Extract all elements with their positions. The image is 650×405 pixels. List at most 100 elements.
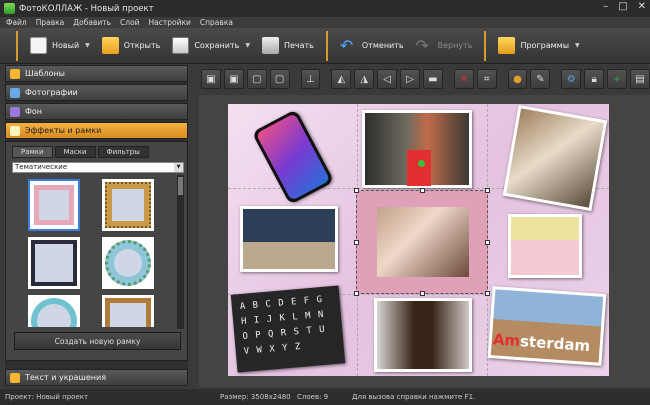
new-button[interactable]: Новый ▼ <box>24 31 96 61</box>
effects-icon <box>10 125 20 136</box>
scrollbar-thumb[interactable] <box>178 177 183 195</box>
menu-help[interactable]: Справка <box>200 18 233 27</box>
chevron-down-icon[interactable]: ▼ <box>575 42 580 49</box>
bring-to-front-icon[interactable]: ▣ <box>223 69 244 89</box>
menu-layer[interactable]: Слой <box>120 18 140 27</box>
main-toolbar: Новый ▼ Открыть Сохранить ▼ Печать ↶ Отм… <box>0 28 650 64</box>
collage-photo-woman[interactable] <box>374 298 472 372</box>
rotate-right-icon[interactable]: ▷ <box>400 69 420 89</box>
section-effects[interactable]: Эффекты и рамки <box>5 122 188 139</box>
frame-thumbnail[interactable] <box>102 295 154 327</box>
flip-horizontal-icon[interactable]: ◭ <box>331 69 352 89</box>
section-text[interactable]: Текст и украшения <box>5 369 188 386</box>
collage-photo-fitness[interactable] <box>362 110 472 188</box>
send-to-back-icon[interactable]: ▢ <box>269 69 290 89</box>
settings-gear-icon[interactable]: ⚙ <box>561 69 582 89</box>
create-frame-button[interactable]: Создать новую рамку <box>14 332 181 350</box>
resize-handle[interactable] <box>485 240 490 245</box>
photo-icon <box>10 87 20 98</box>
menu-settings[interactable]: Настройки <box>149 18 191 27</box>
menu-file[interactable]: Файл <box>6 18 27 27</box>
frames-scrollbar[interactable] <box>177 175 184 329</box>
color-effects-icon[interactable]: ● <box>507 69 528 89</box>
frames-grid <box>14 177 174 327</box>
rotate-left-icon[interactable]: ◁ <box>377 69 398 89</box>
print-label: Печать <box>283 41 314 50</box>
resize-handle[interactable] <box>354 291 359 296</box>
undo-label: Отменить <box>361 41 404 50</box>
collage-photo-phone[interactable] <box>251 109 335 205</box>
redo-button[interactable]: ↷ Вернуть <box>410 31 479 61</box>
open-label: Открыть <box>123 41 161 50</box>
sticker-prefix: Am <box>492 330 521 351</box>
status-bar: Проект: Новый проект Размер: 3508x2480 С… <box>0 389 650 405</box>
collage-photo-couple[interactable] <box>502 104 608 212</box>
export-page-icon[interactable]: ▤ <box>629 69 650 89</box>
section-label: Текст и украшения <box>25 373 107 382</box>
section-background[interactable]: Фон <box>5 103 188 120</box>
toolbar-separator <box>484 30 487 61</box>
tab-masks[interactable]: Маски <box>54 146 96 158</box>
resize-handle[interactable] <box>485 188 490 193</box>
selected-photo-frame[interactable] <box>354 188 490 296</box>
frame-thumbnail[interactable] <box>28 237 80 289</box>
collage-photo-chalkboard[interactable]: A B C D E F G H I J K L M N O P Q R S T … <box>230 285 346 373</box>
frame-thumbnail[interactable] <box>102 179 154 231</box>
star-icon <box>10 68 20 79</box>
chevron-down-icon[interactable]: ▼ <box>245 42 250 49</box>
section-label: Фотографии <box>25 88 78 97</box>
folder-icon <box>101 37 119 54</box>
collage-photo-baby[interactable] <box>508 214 582 278</box>
section-templates[interactable]: Шаблоны <box>5 65 188 82</box>
minimize-icon[interactable]: – <box>603 1 608 12</box>
status-project: Проект: Новый проект <box>5 393 89 401</box>
section-label: Фон <box>25 107 43 116</box>
app-icon <box>4 3 15 14</box>
programs-label: Программы <box>520 41 570 50</box>
lock-icon[interactable]: 🔒︎ <box>584 69 605 89</box>
collage-photo-room[interactable] <box>240 206 338 272</box>
collage-canvas[interactable]: A B C D E F G H I J K L M N O P Q R S T … <box>228 104 609 376</box>
chevron-down-icon[interactable]: ▼ <box>174 163 183 172</box>
menu-edit[interactable]: Правка <box>36 18 65 27</box>
collage-photo-amsterdam[interactable]: Amsterdam <box>487 286 607 366</box>
window-controls: – □ ✕ <box>603 1 646 12</box>
resize-handle[interactable] <box>354 188 359 193</box>
save-button[interactable]: Сохранить ▼ <box>166 31 256 61</box>
open-button[interactable]: Открыть <box>96 31 167 61</box>
resize-handle[interactable] <box>420 291 425 296</box>
close-icon[interactable]: ✕ <box>638 1 646 12</box>
frame-thumbnail[interactable] <box>28 295 80 327</box>
save-label: Сохранить <box>194 41 240 50</box>
menu-bar: Файл Правка Добавить Слой Настройки Спра… <box>0 17 650 28</box>
maximize-icon[interactable]: □ <box>618 1 627 12</box>
undo-button[interactable]: ↶ Отменить <box>334 31 410 61</box>
tab-frames[interactable]: Рамки <box>12 146 53 158</box>
align-icon[interactable]: ⊥ <box>300 69 321 89</box>
toolbar-separator <box>325 30 328 61</box>
eyedropper-icon[interactable]: ✎ <box>530 69 551 89</box>
crop-icon[interactable]: ⌗ <box>476 69 497 89</box>
section-photos[interactable]: Фотографии <box>5 84 188 101</box>
programs-button[interactable]: Программы ▼ <box>492 31 585 61</box>
tab-filters[interactable]: Фильтры <box>97 146 149 158</box>
rotate-handle[interactable] <box>418 160 425 167</box>
send-backward-icon[interactable]: ▢ <box>246 69 267 89</box>
menu-add[interactable]: Добавить <box>73 18 111 27</box>
resize-handle[interactable] <box>420 188 425 193</box>
frame-thumbnail[interactable] <box>102 237 154 289</box>
resize-handle[interactable] <box>354 240 359 245</box>
add-page-icon[interactable]: + <box>607 69 627 89</box>
bring-forward-icon[interactable]: ▣ <box>201 69 221 89</box>
redo-icon: ↷ <box>415 36 430 55</box>
print-button[interactable]: Печать <box>256 31 320 61</box>
frame-thumbnail[interactable] <box>28 179 80 231</box>
resize-icon[interactable]: ▬ <box>422 69 443 89</box>
category-select[interactable]: Тематические ▼ <box>12 162 184 173</box>
chevron-down-icon[interactable]: ▼ <box>85 42 90 49</box>
resize-handle[interactable] <box>485 291 490 296</box>
new-document-icon <box>30 37 47 54</box>
effects-tabs: Рамки Маски Фильтры <box>6 142 187 158</box>
delete-icon[interactable]: ✕ <box>453 69 474 89</box>
flip-vertical-icon[interactable]: ◮ <box>354 69 375 89</box>
